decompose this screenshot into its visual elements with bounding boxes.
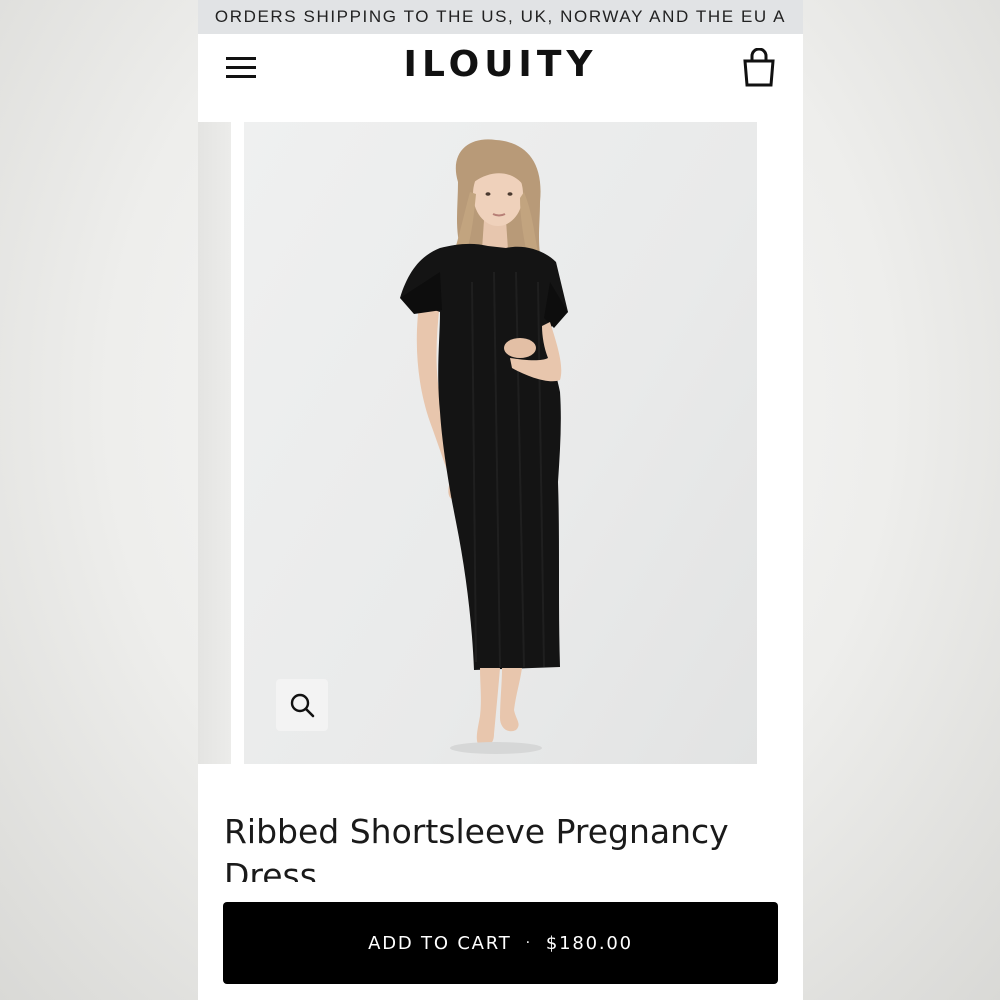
product-image[interactable]	[244, 122, 757, 764]
magnifier-icon	[290, 693, 315, 718]
model-photo	[400, 139, 568, 754]
mobile-page: ORDERS SHIPPING TO THE US, UK, NORWAY AN…	[198, 0, 803, 1000]
zoom-button[interactable]	[276, 679, 328, 731]
add-to-cart-button[interactable]: ADD TO CART · $180.00	[223, 902, 778, 984]
label-separator: ·	[525, 935, 532, 951]
hamburger-menu-icon[interactable]	[224, 54, 258, 82]
product-price: $180.00	[545, 932, 633, 954]
product-title: Ribbed Shortsleeve Pregnancy Dress	[224, 812, 729, 882]
brand-logo[interactable]: ILOUITY	[348, 44, 653, 85]
add-to-cart-label: ADD TO CART	[368, 932, 512, 954]
site-header: ILOUITY	[198, 34, 803, 102]
shopping-bag-icon[interactable]	[741, 47, 777, 88]
announcement-bar: ORDERS SHIPPING TO THE US, UK, NORWAY AN…	[198, 0, 803, 34]
announcement-text: ORDERS SHIPPING TO THE US, UK, NORWAY AN…	[214, 7, 787, 26]
product-gallery[interactable]	[198, 122, 803, 764]
previous-slide-peek[interactable]	[198, 122, 231, 764]
